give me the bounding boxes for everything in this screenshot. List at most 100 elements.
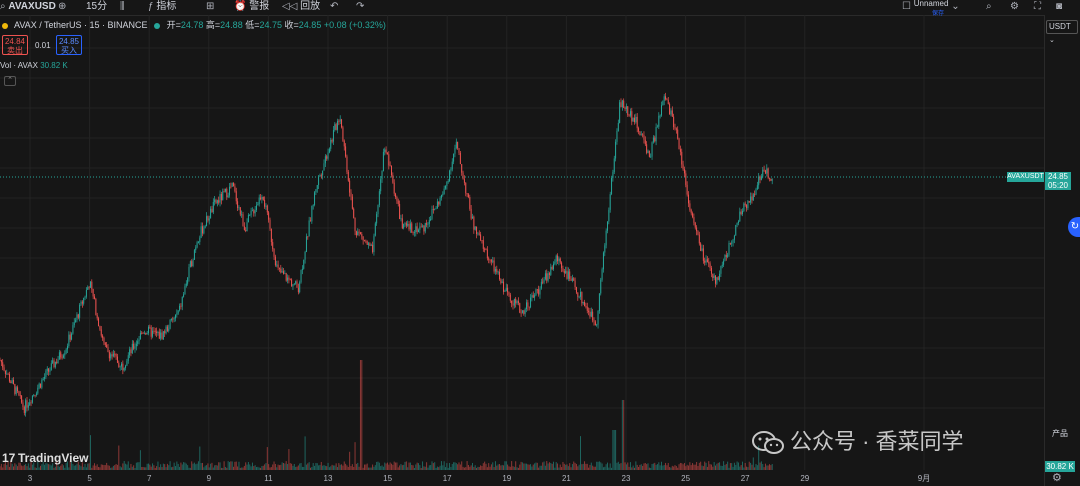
volume-bar <box>184 462 186 470</box>
candle-body <box>598 293 600 311</box>
candle-body <box>459 152 461 165</box>
candle-body <box>527 302 529 307</box>
volume-bar <box>300 462 302 470</box>
volume-bar <box>38 467 40 470</box>
candle-body <box>206 216 208 227</box>
candle-body <box>0 360 2 363</box>
candle-body <box>102 335 104 338</box>
x-tick-label: 7 <box>147 474 152 483</box>
volume-bar <box>642 465 644 470</box>
candle-body <box>276 264 278 266</box>
candle-body <box>401 218 403 229</box>
volume-bar <box>724 464 726 470</box>
volume-bar <box>141 466 143 470</box>
sell-button[interactable]: 24.84 卖出 <box>2 35 28 55</box>
symbol-tag: AVAXUSDT <box>1007 172 1044 182</box>
volume-bar <box>369 467 371 470</box>
candle-body <box>30 402 32 404</box>
candle-body <box>602 252 604 270</box>
volume-bar <box>701 465 703 470</box>
volume-bar <box>674 465 676 470</box>
candle-body <box>41 380 43 388</box>
volume-bar <box>732 466 734 470</box>
axis-settings-button[interactable]: ⚙ <box>1052 471 1062 484</box>
volume-bar <box>566 464 568 470</box>
candle-body <box>565 270 567 274</box>
volume-bar <box>570 467 572 470</box>
volume-bar <box>472 462 473 470</box>
candle-body <box>269 219 271 229</box>
candle-body <box>754 194 756 196</box>
candle-body <box>758 176 760 186</box>
collapse-legend-button[interactable]: ⌃ <box>4 76 16 86</box>
price-chart[interactable]: 21.0021.5022.0022.5023.0023.5024.0024.50… <box>0 0 1080 486</box>
volume-bar <box>115 463 117 470</box>
watermark-text: 公众号 · 香菜同学 <box>790 429 964 454</box>
candle-body <box>386 153 388 155</box>
volume-bar <box>736 461 738 470</box>
candle-body <box>380 179 382 192</box>
volume-bar <box>230 461 232 470</box>
candle-body <box>588 310 590 312</box>
candle-body <box>731 242 733 244</box>
candle-body <box>224 188 226 192</box>
candle-body <box>176 313 178 315</box>
buy-button[interactable]: 24.85 买入 <box>56 35 82 55</box>
candle-body <box>597 310 599 325</box>
candle-body <box>131 343 133 354</box>
candle-body <box>61 357 63 359</box>
candle-body <box>227 195 229 198</box>
candle-body <box>461 164 463 173</box>
volume-bar <box>551 463 553 470</box>
candle-body <box>590 311 592 317</box>
volume-bar <box>13 466 14 470</box>
buy-label: 买入 <box>61 46 77 55</box>
volume-bar <box>196 463 198 470</box>
candle-body <box>670 110 672 115</box>
volume-bar <box>243 465 245 470</box>
volume-bar <box>408 462 410 470</box>
volume-bar <box>496 465 498 470</box>
volume-bar <box>727 461 729 470</box>
volume-bar <box>60 465 62 470</box>
currency-selector[interactable]: USDT ⌄ <box>1046 20 1078 44</box>
volume-bar <box>665 462 667 470</box>
volume-bar <box>206 465 208 470</box>
candle-body <box>273 248 275 257</box>
volume-bar <box>589 464 591 470</box>
candle-body <box>337 121 338 130</box>
volume-bar <box>427 467 429 470</box>
volume-bar <box>532 464 534 470</box>
volume-bar <box>513 466 515 470</box>
x-tick-label: 3 <box>28 474 33 483</box>
x-tick-label: 5 <box>87 474 92 483</box>
candle-body <box>474 226 476 230</box>
volume-bar <box>318 465 320 470</box>
candle-body <box>743 203 745 211</box>
volume-bar <box>693 464 695 470</box>
candle-body <box>192 259 194 266</box>
high-label: 高= <box>205 20 221 30</box>
candle-body <box>52 360 54 364</box>
candle-body <box>299 282 301 293</box>
volume-bar <box>297 465 299 470</box>
candle-body <box>580 292 581 297</box>
tradingview-logo[interactable]: 17 TradingView <box>2 451 88 465</box>
volume-bar <box>278 465 280 470</box>
candle-body <box>26 400 28 408</box>
volume-bar <box>315 463 317 470</box>
volume-bar <box>126 464 128 470</box>
volume-bar <box>273 461 275 470</box>
volume-bar <box>64 467 66 470</box>
candle-body <box>665 96 667 100</box>
volume-bar <box>516 467 518 470</box>
volume-bar <box>634 467 635 470</box>
candle-body <box>697 231 699 235</box>
volume-bar <box>411 464 413 470</box>
volume-bar <box>504 461 506 470</box>
x-tick-label: 21 <box>562 474 571 483</box>
volume-bar <box>364 464 365 470</box>
candle-body <box>133 343 135 349</box>
price-axis[interactable] <box>1044 15 1080 486</box>
volume-bar <box>462 466 464 470</box>
